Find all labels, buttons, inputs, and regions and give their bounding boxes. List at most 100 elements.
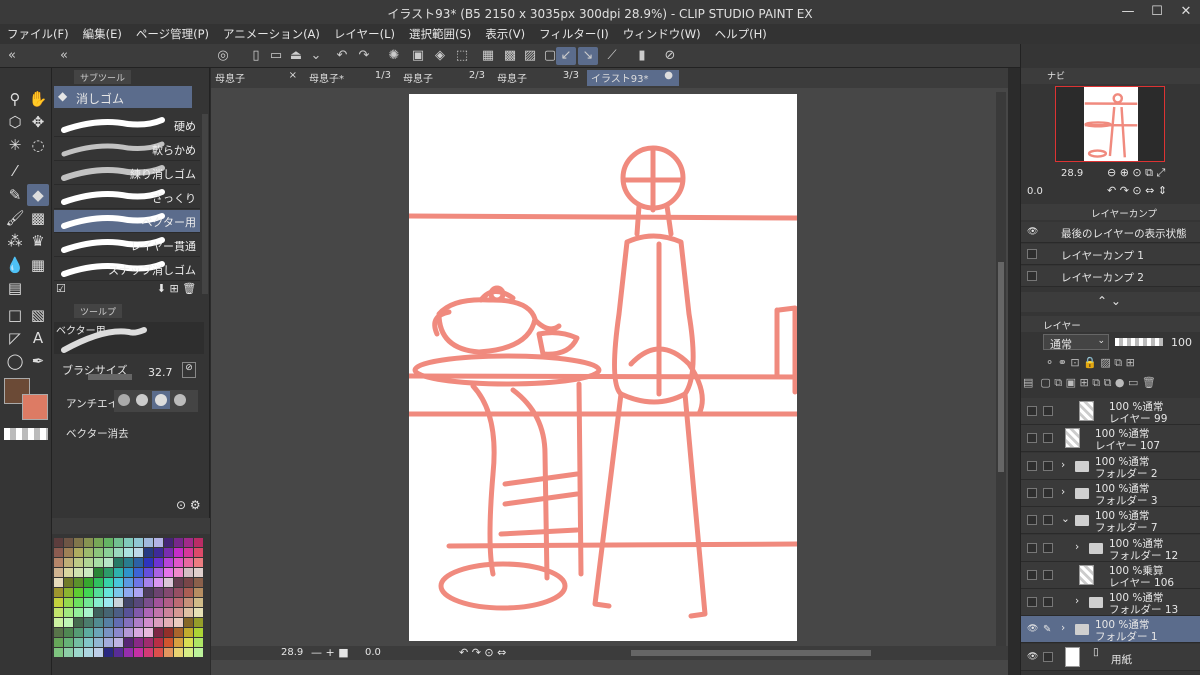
layer-lock-checkbox[interactable]: [1043, 487, 1053, 498]
menu-animation[interactable]: アニメーション(A): [216, 26, 327, 42]
snap-grid-icon[interactable]: ⟋: [602, 47, 622, 65]
layer-row[interactable]: › 100 %通常 フォルダー 2: [1021, 452, 1200, 480]
color-swatch[interactable]: [144, 598, 153, 607]
color-swatch[interactable]: [124, 538, 133, 547]
color-swatch[interactable]: [134, 618, 143, 627]
color-swatch[interactable]: [94, 608, 103, 617]
color-swatch[interactable]: [114, 628, 123, 637]
chevron-right-icon[interactable]: ›: [1075, 541, 1079, 553]
color-swatch[interactable]: [134, 578, 143, 587]
snap-ruler-icon[interactable]: ↙: [556, 47, 576, 65]
snap-special-ruler-icon[interactable]: ↘: [578, 47, 598, 65]
color-swatch[interactable]: [64, 598, 73, 607]
layer-row[interactable]: 👁 ▯ 用紙: [1021, 643, 1200, 671]
color-swatch[interactable]: [84, 558, 93, 567]
color-swatch[interactable]: [184, 558, 193, 567]
color-swatch[interactable]: [74, 588, 83, 597]
color-swatch[interactable]: [84, 638, 93, 647]
color-swatch[interactable]: [164, 568, 173, 577]
expand-selection-icon[interactable]: ▨: [520, 47, 540, 65]
color-swatch[interactable]: [194, 628, 203, 637]
color-swatch[interactable]: [164, 598, 173, 607]
color-swatch[interactable]: [134, 608, 143, 617]
color-swatch[interactable]: [84, 568, 93, 577]
color-swatch[interactable]: [54, 558, 63, 567]
color-swatch[interactable]: [194, 568, 203, 577]
color-swatch[interactable]: [114, 588, 123, 597]
color-swatch[interactable]: [174, 538, 183, 547]
color-swatch[interactable]: [144, 558, 153, 567]
canvas-tab[interactable]: 母息子* 1/3: [305, 70, 397, 86]
color-swatch[interactable]: [174, 618, 183, 627]
pen-edit-icon[interactable]: ✎: [1043, 624, 1053, 635]
color-swatch[interactable]: [64, 548, 73, 557]
layer-lock-checkbox[interactable]: [1043, 460, 1053, 471]
color-swatch[interactable]: [54, 568, 63, 577]
layer-row[interactable]: 100 %通常 レイヤー 107: [1021, 425, 1200, 453]
subtool-group[interactable]: ◆ 消しゴム: [54, 86, 192, 108]
subtool-item[interactable]: ざっくり: [54, 186, 200, 209]
maximize-button[interactable]: ☐: [1143, 2, 1171, 22]
color-swatch[interactable]: [74, 598, 83, 607]
menu-edit[interactable]: 編集(E): [76, 26, 129, 42]
color-swatch[interactable]: [84, 598, 93, 607]
color-swatch[interactable]: [94, 618, 103, 627]
dropdown-icon[interactable]: ⌄: [306, 47, 326, 65]
color-swatch[interactable]: [194, 588, 203, 597]
color-swatch[interactable]: [94, 628, 103, 637]
gradient-icon[interactable]: ▤: [4, 277, 26, 299]
color-swatch[interactable]: [154, 608, 163, 617]
color-swatch[interactable]: [94, 578, 103, 587]
color-swatch[interactable]: [54, 538, 63, 547]
subtool-item[interactable]: 軟らかめ: [54, 138, 200, 161]
color-swatch[interactable]: [54, 648, 63, 657]
color-swatch[interactable]: [134, 648, 143, 657]
color-swatch[interactable]: [154, 558, 163, 567]
brush-icon[interactable]: 🖌: [4, 207, 26, 229]
color-swatch[interactable]: [104, 588, 113, 597]
clip-studio-icon[interactable]: ◎: [213, 47, 233, 65]
layer-property-icons[interactable]: ⚬ ⚭ ⊡ 🔒 ▨ ⧉ ⊞: [1045, 356, 1135, 370]
color-swatch[interactable]: [174, 638, 183, 647]
color-swatch[interactable]: [184, 608, 193, 617]
layer-tab[interactable]: レイヤー: [1043, 318, 1081, 332]
color-swatch[interactable]: [154, 578, 163, 587]
color-swatch[interactable]: [54, 618, 63, 627]
color-swatch[interactable]: [174, 558, 183, 567]
color-swatch[interactable]: [164, 548, 173, 557]
collapse-left-icon[interactable]: «: [2, 47, 22, 65]
color-swatch[interactable]: [184, 648, 193, 657]
layer-comp-nav[interactable]: ⌃ ⌄: [1097, 294, 1121, 308]
color-swatch[interactable]: [194, 648, 203, 657]
chevron-right-icon[interactable]: ›: [1075, 595, 1079, 607]
layer-comp-item[interactable]: 👁 最後のレイヤーの表示状態: [1021, 222, 1200, 243]
color-swatch[interactable]: [184, 578, 193, 587]
move-icon[interactable]: ✥: [27, 111, 49, 133]
color-swatch[interactable]: [64, 538, 73, 547]
companion-icon[interactable]: ⊘: [660, 47, 680, 65]
color-swatch[interactable]: [184, 568, 193, 577]
color-swatch[interactable]: [74, 538, 83, 547]
color-swatch[interactable]: [84, 618, 93, 627]
correct-line-icon[interactable]: ✒: [27, 350, 49, 372]
layer-row[interactable]: › 100 %通常 フォルダー 13: [1021, 589, 1200, 617]
color-swatch[interactable]: [124, 548, 133, 557]
color-swatch[interactable]: [144, 578, 153, 587]
color-swatch[interactable]: [104, 538, 113, 547]
color-swatch[interactable]: [194, 618, 203, 627]
color-swatch[interactable]: [184, 588, 193, 597]
color-swatch[interactable]: [164, 628, 173, 637]
color-swatch[interactable]: [64, 568, 73, 577]
frame-icon[interactable]: ▧: [27, 304, 49, 326]
opacity-slider[interactable]: [1115, 338, 1163, 346]
visibility-checkbox[interactable]: [1027, 271, 1037, 281]
color-swatch[interactable]: [144, 628, 153, 637]
color-swatch[interactable]: [74, 568, 83, 577]
color-swatch[interactable]: [124, 638, 133, 647]
color-swatch[interactable]: [114, 548, 123, 557]
layer-row[interactable]: 100 %通常 レイヤー 99: [1021, 398, 1200, 425]
color-swatch[interactable]: [114, 558, 123, 567]
deselect-icon[interactable]: ▦: [478, 47, 498, 65]
eraser-icon[interactable]: ◆: [27, 184, 49, 206]
menu-filter[interactable]: フィルター(I): [532, 26, 616, 42]
